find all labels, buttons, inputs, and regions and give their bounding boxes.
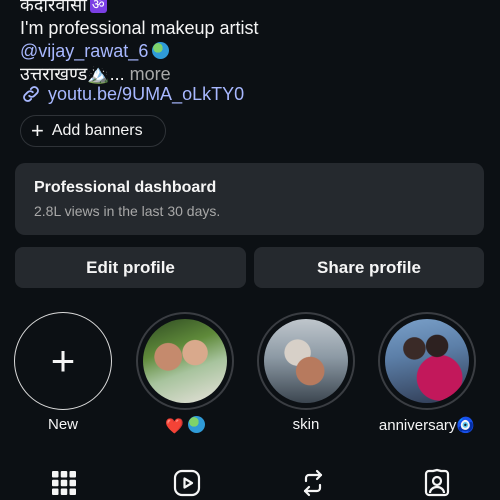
bio-link-text: youtu.be/9UMA_oLkTY0 — [48, 83, 245, 104]
dashboard-title: Professional dashboard — [34, 179, 217, 196]
repost-icon[interactable] — [298, 468, 328, 498]
highlight-cover-image — [264, 319, 348, 403]
highlight-label: skin — [292, 416, 320, 433]
highlight-item[interactable]: ❤️ — [136, 312, 234, 435]
reels-icon[interactable] — [172, 468, 202, 498]
bio-line-3: @vijay_rawat_6 — [20, 40, 480, 63]
plus-icon: + — [50, 337, 76, 384]
link-icon — [23, 86, 39, 102]
highlight-cover-image — [143, 319, 227, 403]
globe-emoji-icon — [152, 42, 170, 59]
highlight-ring[interactable] — [136, 312, 234, 410]
highlight-ring[interactable] — [378, 312, 476, 410]
globe-emoji-icon — [187, 416, 205, 433]
bio-more-link[interactable]: more — [130, 64, 171, 84]
highlight-item[interactable]: anniversary🧿 — [378, 312, 476, 434]
add-banners-button[interactable]: + Add banners — [20, 115, 166, 147]
add-banners-label: Add banners — [51, 122, 143, 139]
grid-icon[interactable] — [49, 468, 79, 498]
dashboard-subtitle: 2.8L views in the last 30 days. — [34, 203, 221, 219]
highlight-cover-image — [385, 319, 469, 403]
share-profile-button[interactable]: Share profile — [254, 247, 484, 288]
tagged-icon[interactable] — [422, 468, 452, 498]
highlight-label: New — [47, 416, 78, 433]
bio-section: कदारवासा ॐ I'm professional makeup artist… — [20, 0, 480, 86]
om-emoji: ॐ — [89, 0, 107, 13]
highlight-new[interactable]: + New — [14, 312, 112, 433]
highlight-item[interactable]: skin — [257, 312, 355, 433]
highlight-ring[interactable] — [257, 312, 355, 410]
bio-mention-link[interactable]: @vijay_rawat_6 — [20, 41, 148, 61]
highlight-label: ❤️ — [136, 416, 234, 435]
bio-line-2: I'm professional makeup artist — [20, 18, 259, 38]
bio-external-link[interactable]: youtu.be/9UMA_oLkTY0 — [20, 83, 244, 105]
bio-line-1: कदारवासा ॐ — [20, 0, 480, 17]
edit-profile-button[interactable]: Edit profile — [15, 247, 246, 288]
professional-dashboard-card[interactable]: Professional dashboard 2.8L views in the… — [15, 163, 484, 235]
profile-tab-bar — [0, 462, 500, 500]
bio-region-text: उत्तराखण्ड🏔️... — [20, 64, 125, 84]
plus-icon: + — [31, 118, 44, 143]
bio-location-text: कदारवासा — [20, 0, 87, 15]
new-highlight-circle[interactable]: + — [14, 312, 112, 410]
highlight-label: anniversary🧿 — [378, 417, 476, 434]
